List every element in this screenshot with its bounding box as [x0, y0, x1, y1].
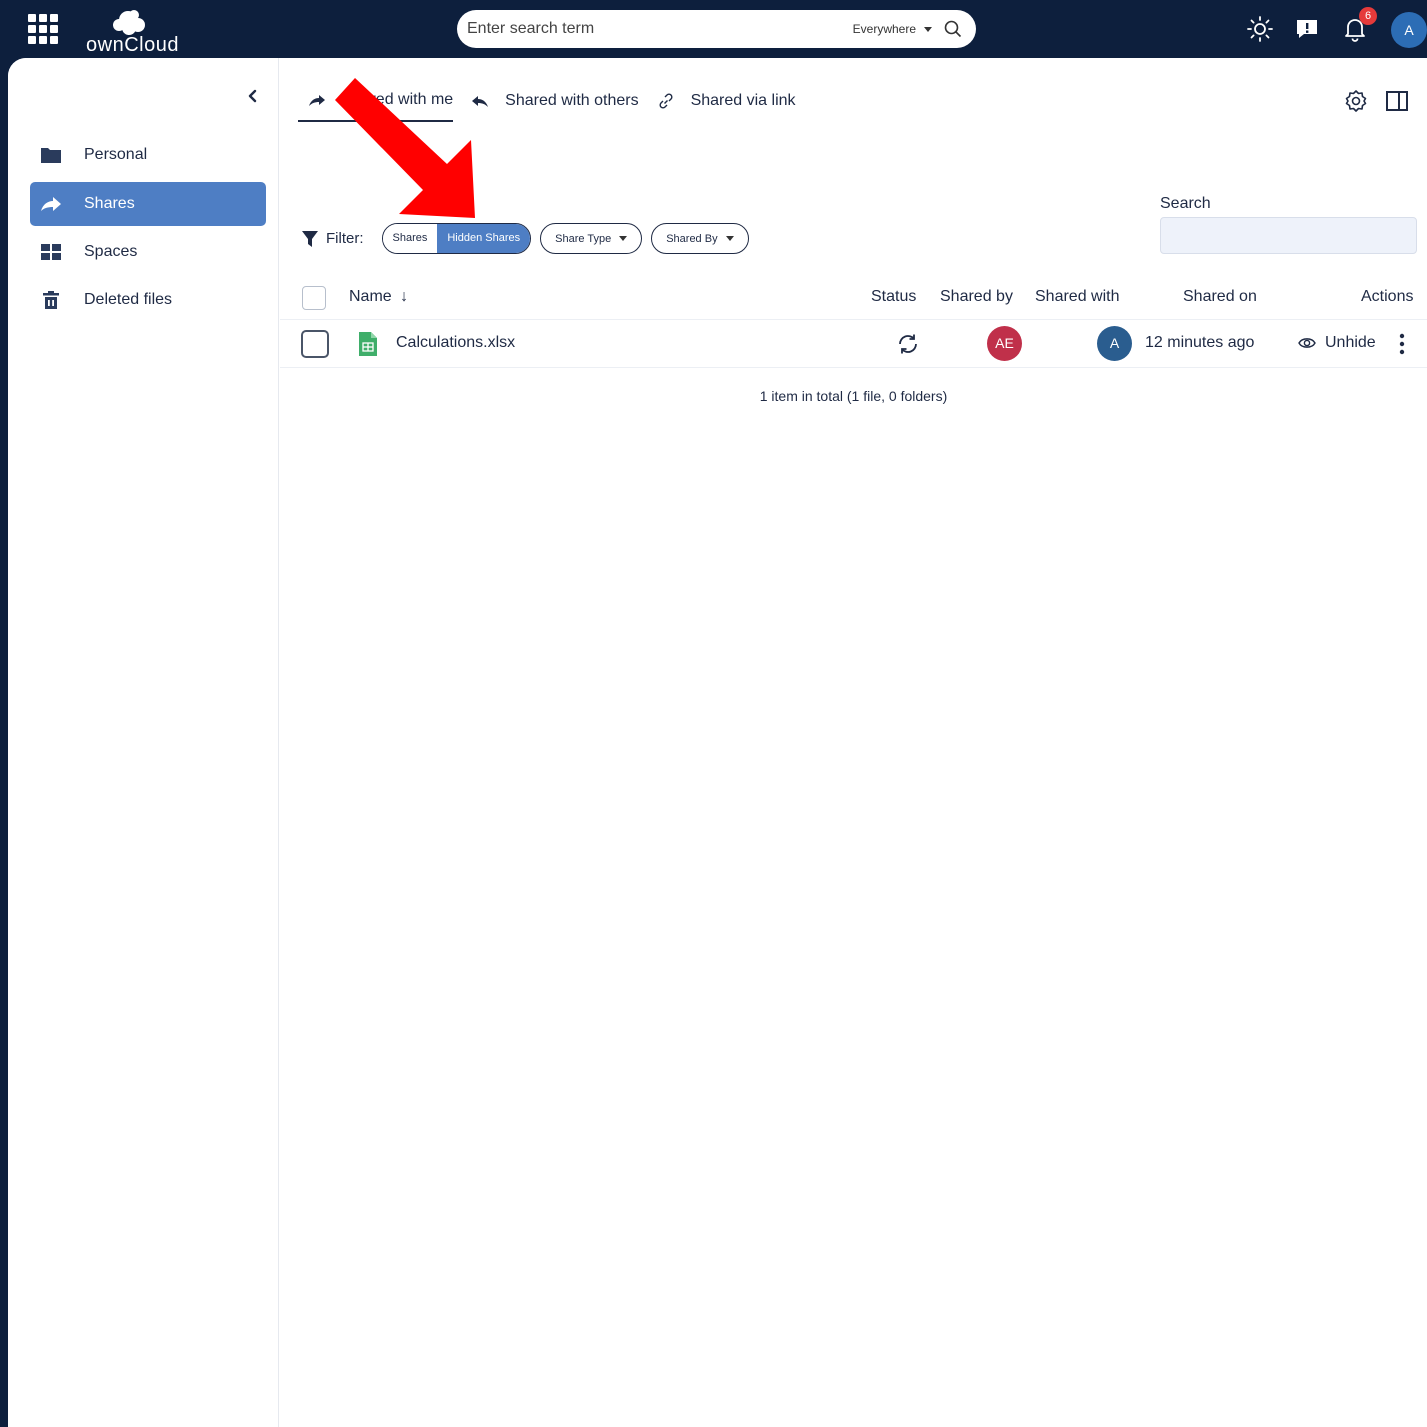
shared-with-avatar: A: [1097, 326, 1132, 361]
sidebar-item-label: Spaces: [84, 243, 138, 260]
filter-funnel-icon: [302, 230, 318, 247]
shared-by-label: Shared By: [666, 232, 718, 245]
table-header: Name ↓ Status Shared by Shared with Shar…: [280, 276, 1427, 320]
unhide-button[interactable]: Unhide: [1298, 334, 1376, 352]
visibility-segmented-control: Shares Hidden Shares: [381, 223, 532, 254]
theme-sun-icon[interactable]: [1245, 14, 1275, 44]
segment-hidden-shares[interactable]: Hidden Shares: [437, 224, 531, 253]
sidebar-item-label: Shares: [84, 195, 135, 212]
search-filter-input[interactable]: [1160, 217, 1417, 254]
row-checkbox[interactable]: [301, 330, 329, 358]
eye-icon: [1298, 338, 1316, 348]
owncloud-logo[interactable]: ownCloud: [82, 4, 182, 56]
share-arrow-icon: [309, 95, 325, 106]
tab-label: Shared with others: [505, 92, 639, 109]
grid-dot-icon: [28, 25, 36, 33]
sort-down-arrow-icon: ↓: [400, 288, 409, 305]
search-input[interactable]: [467, 20, 853, 38]
notification-count-badge: 6: [1359, 7, 1377, 25]
grid-dot-icon: [28, 14, 36, 22]
shared-by-filter[interactable]: Shared By: [651, 223, 749, 254]
logo-text: ownCloud: [86, 34, 179, 56]
grid-dot-icon: [50, 36, 58, 44]
link-icon: [659, 93, 673, 109]
main-content: Shared with me Shared with others Shared…: [280, 58, 1427, 1427]
sidebar-item-deleted-files[interactable]: Deleted files: [30, 278, 266, 322]
reply-arrow-icon: [472, 96, 489, 107]
app-switcher-button[interactable]: [28, 14, 58, 44]
sidebar-item-label: Deleted files: [84, 291, 173, 308]
trash-icon: [43, 291, 59, 309]
search-icon[interactable]: [944, 20, 962, 38]
sidebar: Personal Shares Spaces Deleted files: [8, 58, 279, 1427]
tab-label: Shared with me: [342, 91, 454, 108]
column-header-shared-with: Shared with: [1035, 288, 1120, 305]
cloud-logo-icon: [113, 10, 145, 35]
sync-icon: [899, 334, 917, 354]
grid-dot-icon: [50, 14, 58, 22]
caret-down-icon: [619, 236, 628, 241]
app-container: Personal Shares Spaces Deleted files Sha…: [8, 58, 1427, 1427]
grid-dot-icon: [28, 36, 36, 44]
column-header-shared-by: Shared by: [940, 288, 1013, 305]
tab-shared-via-link[interactable]: Shared via link: [657, 80, 796, 122]
file-name-link[interactable]: Calculations.xlsx: [396, 334, 515, 352]
grid-dot-icon: [39, 14, 47, 22]
grid-dot-icon: [39, 25, 47, 33]
column-header-shared-on[interactable]: Shared on: [1183, 288, 1257, 306]
search-scope-dropdown[interactable]: Everywhere: [853, 22, 932, 36]
column-header-name[interactable]: Name ↓: [349, 288, 408, 306]
item-count-footer: 1 item in total (1 file, 0 folders): [759, 388, 948, 404]
column-header-status: Status: [871, 288, 917, 305]
grid-dot-icon: [50, 25, 58, 33]
share-type-filter[interactable]: Share Type: [540, 223, 643, 254]
unhide-label: Unhide: [1325, 334, 1376, 351]
tab-shared-with-others[interactable]: Shared with others: [471, 80, 639, 122]
shared-by-avatar: AE: [987, 326, 1022, 361]
feedback-icon[interactable]: [1292, 14, 1322, 44]
folder-icon: [41, 148, 61, 163]
settings-gear-icon[interactable]: [1343, 88, 1369, 114]
files-table: Name ↓ Status Shared by Shared with Shar…: [280, 276, 1427, 404]
caret-down-icon: [924, 26, 932, 32]
segment-shares[interactable]: Shares: [382, 224, 438, 253]
sidebar-item-label: Personal: [84, 146, 148, 163]
search-scope-label: Everywhere: [852, 22, 916, 36]
more-actions-kebab-icon[interactable]: [1398, 333, 1406, 355]
filter-label: Filter:: [302, 230, 364, 248]
column-name-label: Name: [349, 288, 392, 305]
spreadsheet-icon: [359, 332, 377, 356]
tab-shared-with-me[interactable]: Shared with me: [298, 80, 454, 122]
collapse-sidebar-chevron-icon[interactable]: [244, 86, 260, 106]
caret-down-icon: [725, 236, 734, 241]
shared-on-date: 12 minutes ago: [1145, 334, 1255, 351]
grid-icon: [41, 244, 61, 260]
grid-dot-icon: [39, 36, 47, 44]
table-row[interactable]: Calculations.xlsx AE A 12 minutes ago Un…: [280, 320, 1427, 368]
share-type-label: Share Type: [555, 232, 612, 245]
search-filter-label: Search: [1160, 195, 1211, 212]
top-bar: ownCloud Everywhere 6 A: [0, 0, 1427, 58]
sidebar-item-personal[interactable]: Personal: [30, 133, 266, 177]
share-tabs: Shared with me Shared with others Shared…: [298, 80, 814, 122]
sidebar-item-spaces[interactable]: Spaces: [30, 230, 266, 274]
filter-label-text: Filter:: [326, 230, 364, 247]
global-search[interactable]: Everywhere: [457, 10, 976, 48]
sidebar-item-shares[interactable]: Shares: [30, 182, 266, 226]
filter-bar: Filter: Shares Hidden Shares Share Type …: [302, 223, 758, 254]
select-all-checkbox[interactable]: [302, 286, 326, 310]
user-menu-avatar[interactable]: A: [1391, 12, 1427, 48]
share-icon: [41, 197, 61, 211]
column-header-actions: Actions: [1361, 288, 1414, 305]
tab-label: Shared via link: [690, 92, 796, 109]
toggle-details-panel-icon[interactable]: [1384, 88, 1410, 114]
